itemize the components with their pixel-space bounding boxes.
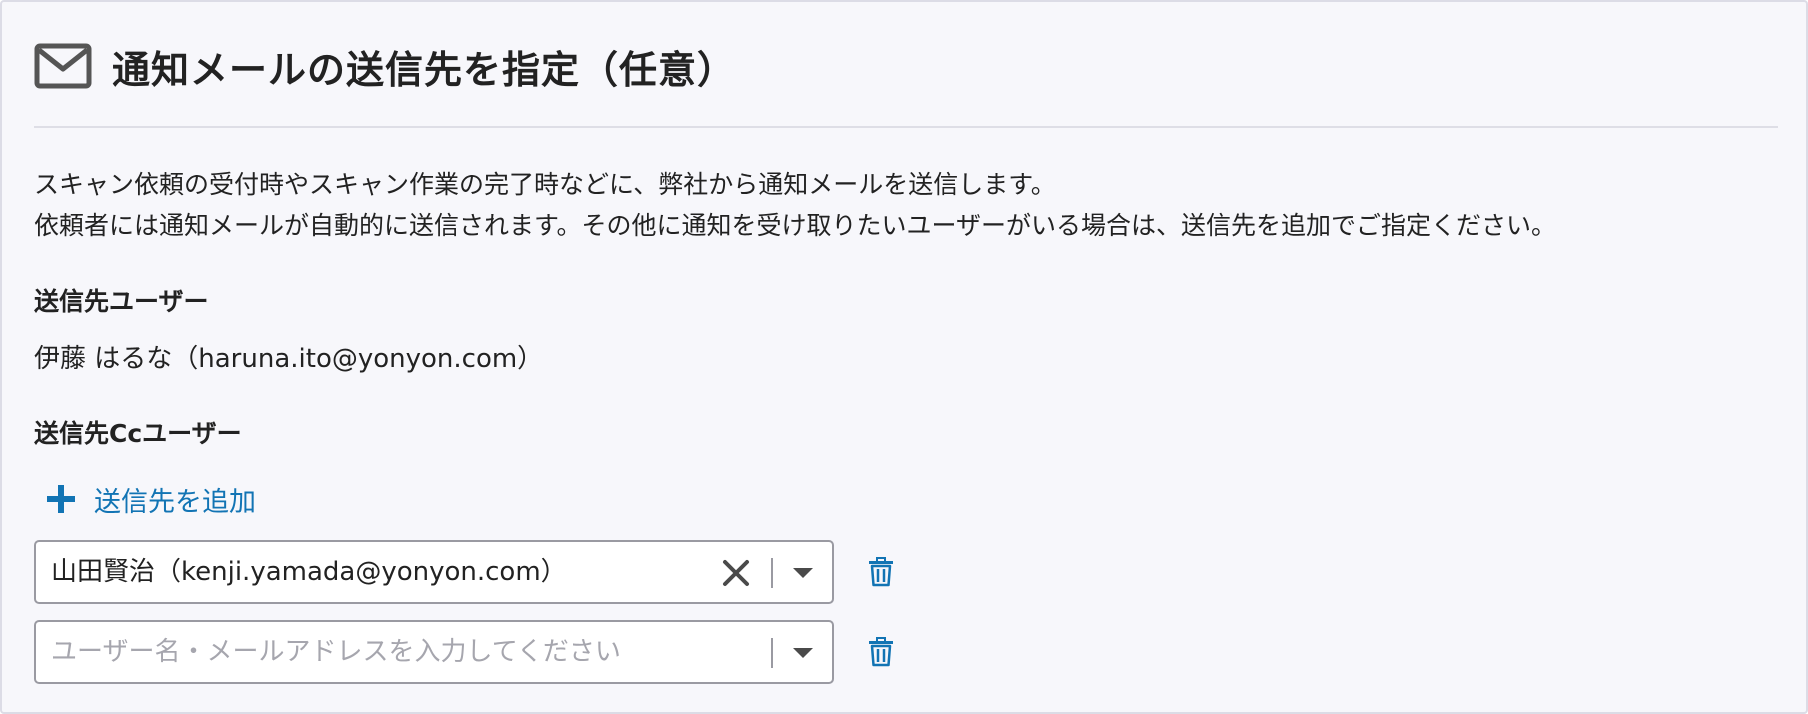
select-separator [771, 638, 773, 668]
to-users-label: 送信先ユーザー [34, 287, 209, 316]
clear-icon[interactable] [721, 558, 751, 588]
description-line-2: 依頼者には通知メールが自動的に送信されます。その他に通知を受け取りたいユーザーが… [34, 211, 1557, 240]
cc-recipient-select[interactable]: 山田賢治（kenji.yamada@yonyon.com） [34, 540, 834, 604]
notification-email-panel: 通知メールの送信先を指定（任意） スキャン依頼の受付時やスキャン作業の完了時など… [0, 0, 1808, 714]
plus-icon [47, 485, 75, 513]
trash-icon[interactable] [868, 637, 894, 667]
cc-recipient-value: 山田賢治（kenji.yamada@yonyon.com） [51, 557, 567, 587]
to-user-value: 伊藤 はるな（haruna.ito@yonyon.com） [34, 344, 544, 374]
cc-users-label: 送信先Ccユーザー [34, 419, 242, 448]
description-line-1: スキャン依頼の受付時やスキャン作業の完了時などに、弊社から通知メールを送信します… [34, 170, 1056, 199]
trash-icon[interactable] [868, 557, 894, 587]
cc-recipient-row [34, 620, 893, 684]
panel-header: 通知メールの送信先を指定（任意） [34, 30, 736, 102]
add-recipient-label: 送信先を追加 [94, 486, 256, 518]
header-divider [34, 126, 1778, 128]
mail-icon [34, 43, 92, 89]
chevron-down-icon[interactable] [792, 566, 814, 580]
add-recipient-button[interactable]: 送信先を追加 [46, 478, 256, 520]
select-separator [771, 558, 773, 588]
cc-recipient-row: 山田賢治（kenji.yamada@yonyon.com） [34, 540, 893, 604]
cc-recipient-input[interactable] [51, 622, 731, 682]
description: スキャン依頼の受付時やスキャン作業の完了時などに、弊社から通知メールを送信します… [34, 164, 1556, 246]
cc-recipient-select[interactable] [34, 620, 834, 684]
chevron-down-icon[interactable] [792, 646, 814, 660]
panel-title: 通知メールの送信先を指定（任意） [112, 47, 737, 92]
